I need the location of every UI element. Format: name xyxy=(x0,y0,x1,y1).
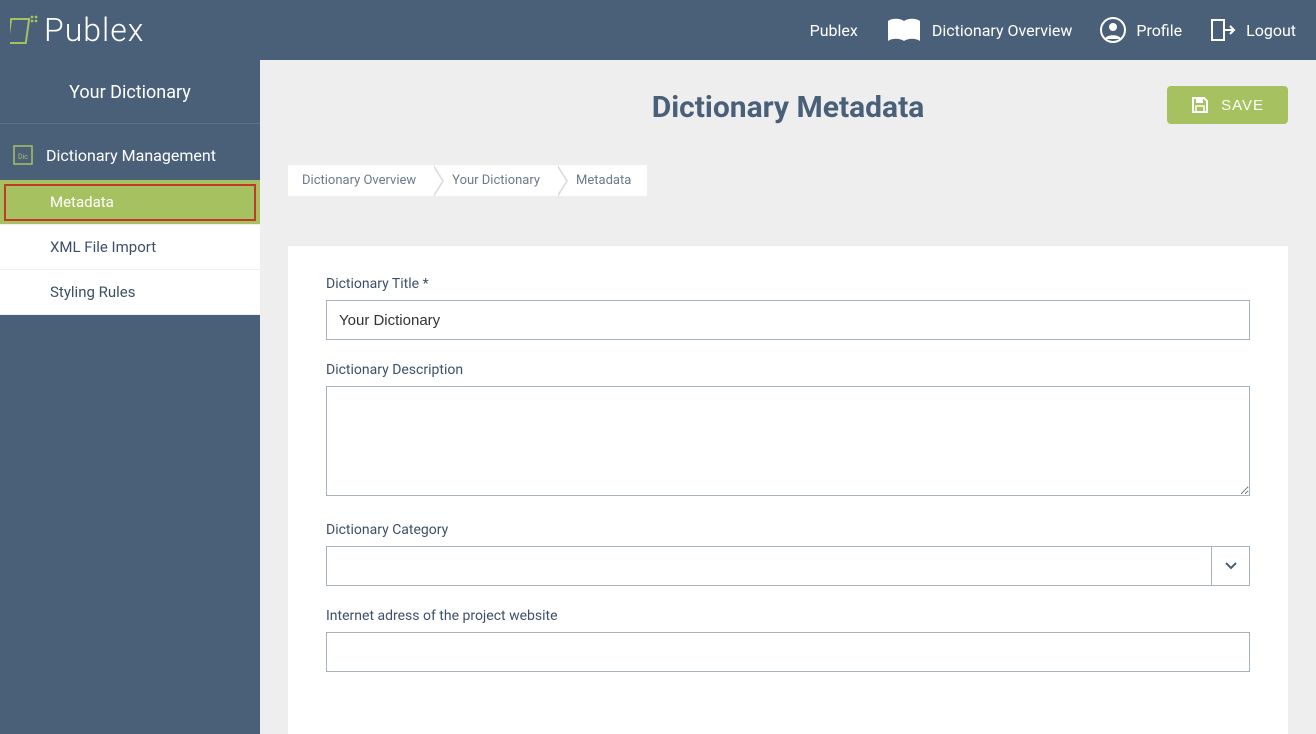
brand-logo[interactable]: Publex xyxy=(10,11,144,49)
dictionary-category-select[interactable] xyxy=(326,546,1250,586)
save-button-label: SAVE xyxy=(1221,97,1264,114)
page-title: Dictionary Metadata xyxy=(652,90,925,125)
dictionary-category-label: Dictionary Category xyxy=(326,522,1250,538)
nav-publex-label: Publex xyxy=(810,21,858,40)
logout-icon xyxy=(1210,17,1236,43)
brand-name: Publex xyxy=(44,11,144,49)
crumb-dict-label: Your Dictionary xyxy=(452,173,540,188)
sidebar-item-xml-label: XML File Import xyxy=(50,238,156,256)
project-url-label: Internet adress of the project website xyxy=(326,608,1250,624)
field-dictionary-description: Dictionary Description xyxy=(326,362,1250,500)
sidebar: Your Dictionary Dic Dictionary Managemen… xyxy=(0,60,260,734)
metadata-form: Dictionary Title * Dictionary Descriptio… xyxy=(288,246,1288,734)
app-header: Publex Publex Dictionary Overview Profil… xyxy=(0,0,1316,60)
crumb-your-dictionary[interactable]: Your Dictionary xyxy=(432,165,556,196)
dictionary-title-input[interactable] xyxy=(326,300,1250,340)
dictionary-description-input[interactable] xyxy=(326,386,1250,496)
sidebar-item-styling-rules[interactable]: Styling Rules xyxy=(0,270,260,315)
svg-text:Dic: Dic xyxy=(18,153,28,161)
sidebar-section-dictionary-management[interactable]: Dic Dictionary Management xyxy=(0,124,260,180)
profile-icon xyxy=(1100,17,1126,43)
nav-logout-label: Logout xyxy=(1246,21,1296,40)
chevron-down-icon xyxy=(1211,547,1249,585)
top-nav: Publex Dictionary Overview Profile Logou… xyxy=(810,17,1296,43)
content-header: Dictionary Metadata SAVE xyxy=(288,80,1288,125)
dictionary-icon: Dic xyxy=(12,144,34,166)
crumb-metadata[interactable]: Metadata xyxy=(556,165,647,196)
nav-profile-label: Profile xyxy=(1136,21,1182,40)
nav-publex[interactable]: Publex xyxy=(810,21,858,40)
sidebar-section-label: Dictionary Management xyxy=(46,146,216,165)
crumb-overview[interactable]: Dictionary Overview xyxy=(288,165,432,196)
nav-dictionary-overview[interactable]: Dictionary Overview xyxy=(886,17,1073,43)
save-icon xyxy=(1191,96,1209,114)
project-url-input[interactable] xyxy=(326,632,1250,672)
sidebar-item-metadata-label: Metadata xyxy=(50,193,114,211)
sidebar-title: Your Dictionary xyxy=(0,60,260,124)
dictionary-description-label: Dictionary Description xyxy=(326,362,1250,378)
logo-icon xyxy=(10,13,38,47)
sidebar-submenu: Metadata XML File Import Styling Rules xyxy=(0,180,260,315)
content-area: Dictionary Metadata SAVE Dictionary Over… xyxy=(260,60,1316,734)
crumb-metadata-label: Metadata xyxy=(576,173,631,188)
save-button[interactable]: SAVE xyxy=(1167,86,1288,124)
field-dictionary-title: Dictionary Title * xyxy=(326,276,1250,340)
crumb-overview-label: Dictionary Overview xyxy=(302,173,416,188)
field-dictionary-category: Dictionary Category xyxy=(326,522,1250,586)
sidebar-item-xml-import[interactable]: XML File Import xyxy=(0,225,260,270)
dictionary-title-label: Dictionary Title * xyxy=(326,276,1250,292)
field-project-url: Internet adress of the project website xyxy=(326,608,1250,672)
sidebar-item-styling-label: Styling Rules xyxy=(50,283,136,301)
nav-logout[interactable]: Logout xyxy=(1210,17,1296,43)
sidebar-item-metadata[interactable]: Metadata xyxy=(0,180,260,225)
book-icon xyxy=(886,17,922,43)
nav-profile[interactable]: Profile xyxy=(1100,17,1182,43)
breadcrumb: Dictionary Overview Your Dictionary Meta… xyxy=(288,165,1288,196)
main: Your Dictionary Dic Dictionary Managemen… xyxy=(0,60,1316,734)
nav-overview-label: Dictionary Overview xyxy=(932,21,1073,40)
